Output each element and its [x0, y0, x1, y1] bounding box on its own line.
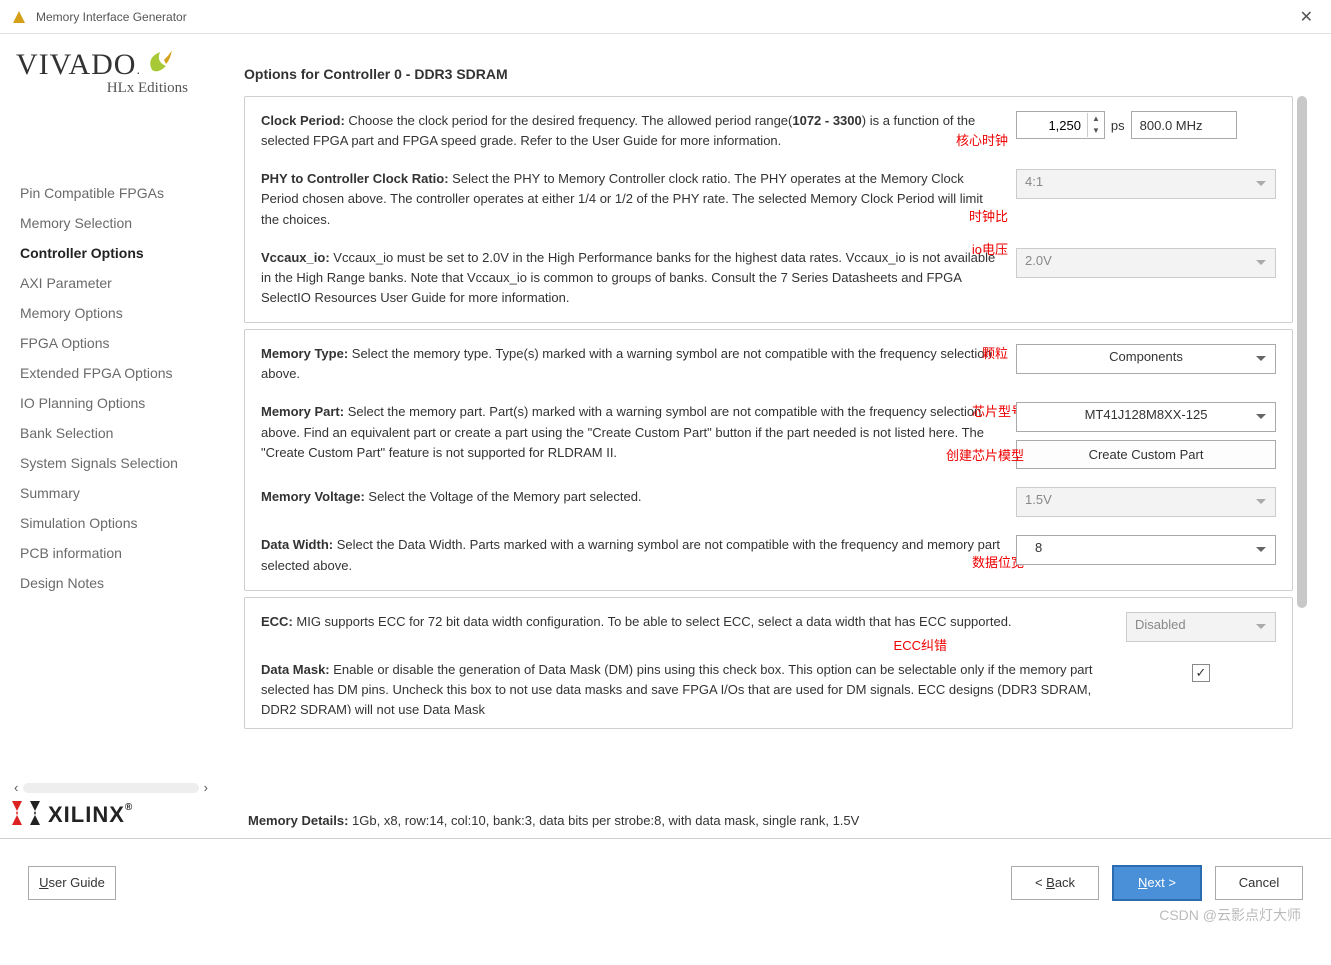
- data-mask-label: Data Mask:: [261, 662, 330, 677]
- memory-type-label: Memory Type:: [261, 346, 348, 361]
- sidebar: VIVADO. HLx Editions Pin Compatible FPGA…: [0, 34, 220, 838]
- close-icon[interactable]: ✕: [1292, 3, 1321, 31]
- panel-memory: Memory Type: Select the memory type. Typ…: [244, 329, 1293, 591]
- memory-part-select[interactable]: MT41J128M8XX-125: [1016, 402, 1276, 432]
- ecc-label: ECC:: [261, 614, 293, 629]
- nav-fpga-options[interactable]: FPGA Options: [12, 331, 210, 355]
- nav-summary[interactable]: Summary: [12, 481, 210, 505]
- create-custom-part-button[interactable]: Create Custom Part: [1016, 440, 1276, 469]
- data-mask-checkbox[interactable]: ✓: [1192, 664, 1210, 682]
- panel-ecc-datamask: ECC: MIG supports ECC for 72 bit data wi…: [244, 597, 1293, 729]
- vivado-logo: VIVADO. HLx Editions: [16, 48, 210, 97]
- ecc-select[interactable]: Disabled: [1126, 612, 1276, 642]
- vccaux-select[interactable]: 2.0V: [1016, 248, 1276, 278]
- next-button[interactable]: Next >: [1113, 866, 1201, 900]
- clock-frequency-display: 800.0 MHz: [1131, 111, 1237, 139]
- sidebar-hscroll[interactable]: ‹ ›: [12, 780, 210, 795]
- user-guide-button[interactable]: User Guide: [28, 866, 116, 900]
- vccaux-label: Vccaux_io:: [261, 250, 330, 265]
- clock-period-label: Clock Period:: [261, 113, 345, 128]
- cancel-button[interactable]: Cancel: [1215, 866, 1303, 900]
- chevron-right-icon[interactable]: ›: [202, 780, 210, 795]
- nav-controller-options[interactable]: Controller Options: [12, 241, 210, 265]
- annot-memtype: 颗粒: [982, 344, 1008, 364]
- nav-memory-options[interactable]: Memory Options: [12, 301, 210, 325]
- clock-period-unit: ps: [1111, 118, 1125, 133]
- nav-system-signals-selection[interactable]: System Signals Selection: [12, 451, 210, 475]
- xilinx-logo: XILINX®: [12, 801, 210, 828]
- nav-pcb-information[interactable]: PCB information: [12, 541, 210, 565]
- annot-clock: 核心时钟: [956, 131, 1008, 151]
- nav-pin-compatible-fpgas[interactable]: Pin Compatible FPGAs: [12, 181, 210, 205]
- spin-down-icon[interactable]: ▼: [1088, 125, 1104, 137]
- annot-vccaux: io电压: [972, 240, 1008, 260]
- phy-ratio-select[interactable]: 4:1: [1016, 169, 1276, 199]
- memory-voltage-select[interactable]: 1.5V: [1016, 487, 1276, 517]
- annot-custom-part: 创建芯片模型: [946, 446, 1024, 466]
- memory-voltage-label: Memory Voltage:: [261, 489, 365, 504]
- memory-part-label: Memory Part:: [261, 404, 344, 419]
- footer: User Guide < Back Next > Cancel: [0, 838, 1331, 926]
- nav-simulation-options[interactable]: Simulation Options: [12, 511, 210, 535]
- nav-io-planning-options[interactable]: IO Planning Options: [12, 391, 210, 415]
- phy-ratio-label: PHY to Controller Clock Ratio:: [261, 171, 449, 186]
- spin-up-icon[interactable]: ▲: [1088, 113, 1104, 125]
- panel-clock-phy-vccaux: Clock Period: Choose the clock period fo…: [244, 96, 1293, 323]
- clock-period-input[interactable]: [1017, 114, 1087, 137]
- nav-bank-selection[interactable]: Bank Selection: [12, 421, 210, 445]
- app-icon: [10, 8, 28, 26]
- annot-ecc: ECC纠错: [894, 636, 947, 656]
- nav-design-notes[interactable]: Design Notes: [12, 571, 210, 595]
- nav-axi-parameter[interactable]: AXI Parameter: [12, 271, 210, 295]
- window-title: Memory Interface Generator: [36, 10, 187, 24]
- scrollbar-thumb[interactable]: [1297, 96, 1307, 608]
- titlebar: Memory Interface Generator ✕: [0, 0, 1331, 34]
- data-width-label: Data Width:: [261, 537, 333, 552]
- content: Options for Controller 0 - DDR3 SDRAM Cl…: [220, 34, 1331, 838]
- memory-type-select[interactable]: Components: [1016, 344, 1276, 374]
- data-width-select[interactable]: 8: [1016, 535, 1276, 565]
- chevron-left-icon[interactable]: ‹: [12, 780, 20, 795]
- nav-extended-fpga-options[interactable]: Extended FPGA Options: [12, 361, 210, 385]
- back-button[interactable]: < Back: [1011, 866, 1099, 900]
- nav-list: Pin Compatible FPGAs Memory Selection Co…: [12, 181, 210, 595]
- memory-details: Memory Details: 1Gb, x8, row:14, col:10,…: [244, 813, 1307, 828]
- nav-memory-selection[interactable]: Memory Selection: [12, 211, 210, 235]
- page-title: Options for Controller 0 - DDR3 SDRAM: [244, 66, 1307, 82]
- annot-phy: 时钟比: [969, 207, 1008, 227]
- clock-period-spinner[interactable]: ▲▼: [1016, 111, 1105, 139]
